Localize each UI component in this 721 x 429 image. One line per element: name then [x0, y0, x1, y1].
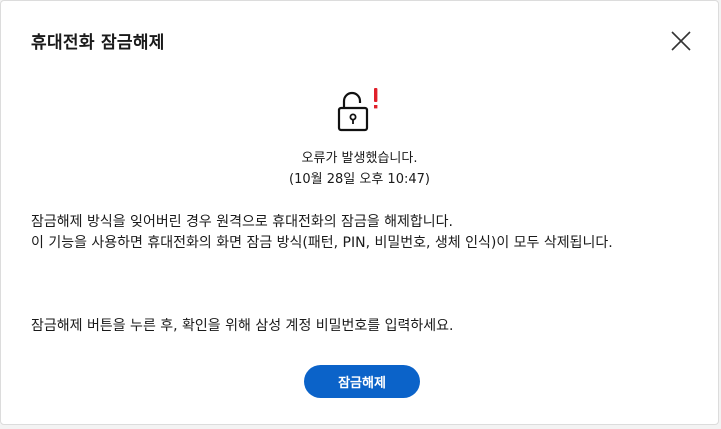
description-line-1: 잠금해제 방식을 잊어버린 경우 원격으로 휴대전화의 잠금을 해제합니다. — [31, 214, 453, 230]
dialog-title: 휴대전화 잠금해제 — [31, 33, 165, 53]
status-message: 오류가 발생했습니다. — [301, 151, 418, 166]
status-timestamp: (10월 28일 오후 10:47) — [289, 172, 430, 187]
close-icon — [671, 31, 691, 51]
description-line-2: 이 기능을 사용하면 휴대전화의 화면 잠금 방식(패턴, PIN, 비밀번호,… — [31, 235, 613, 251]
instruction-text: 잠금해제 버튼을 누른 후, 확인을 위해 삼성 계정 비밀번호를 입력하세요. — [31, 318, 454, 334]
close-button[interactable] — [665, 25, 697, 57]
description: 잠금해제 방식을 잊어버린 경우 원격으로 휴대전화의 잠금을 해제합니다. 이… — [31, 212, 691, 254]
unlock-error-icon — [334, 86, 384, 136]
unlock-phone-dialog: 휴대전화 잠금해제 오류가 발생했습니다. (10월 28일 오후 10:47)… — [0, 0, 719, 425]
unlock-button[interactable]: 잠금해제 — [304, 365, 420, 398]
